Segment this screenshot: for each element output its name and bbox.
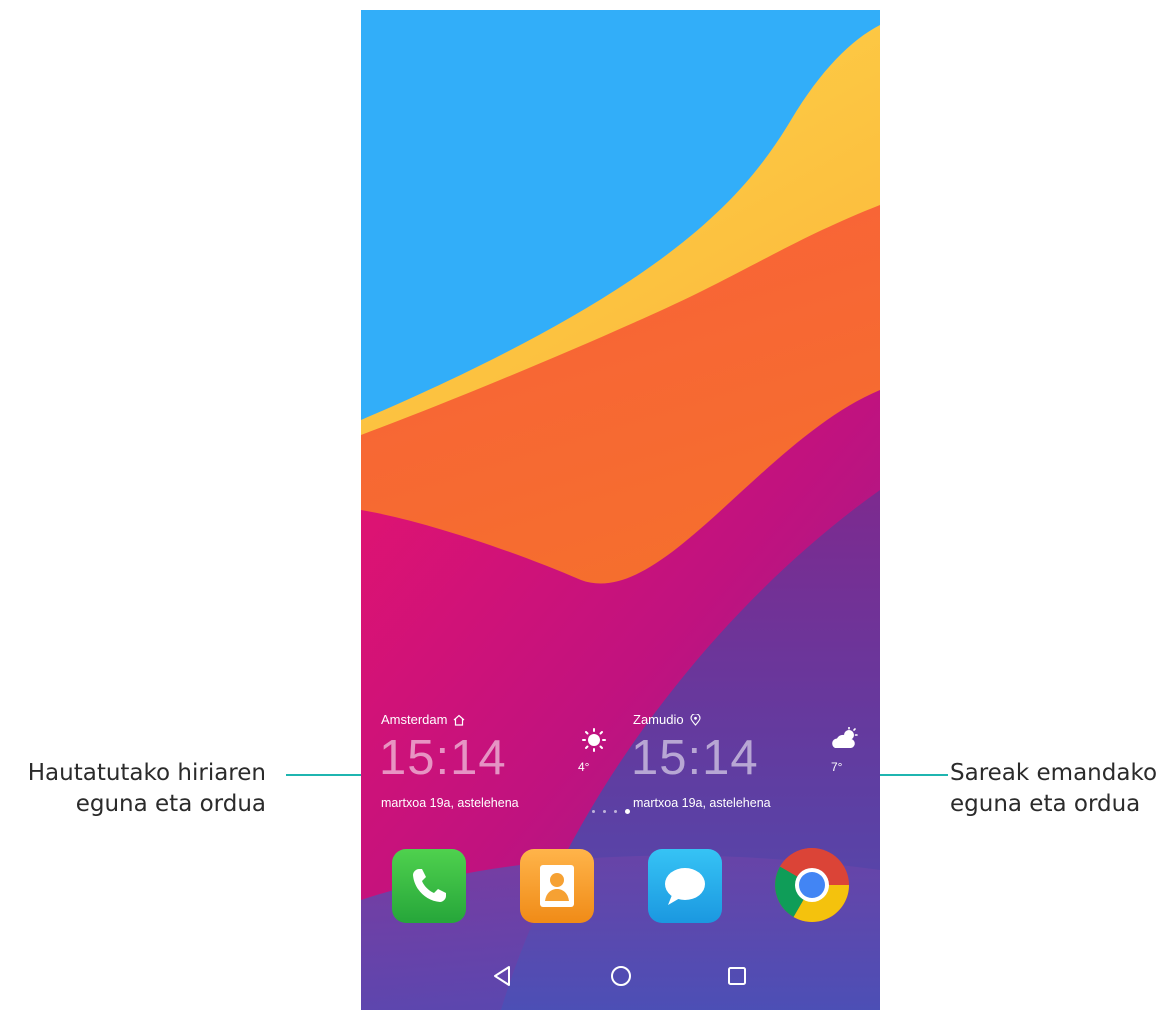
messages-app-icon[interactable] <box>648 849 722 923</box>
clock-home-temperature: 4° <box>578 760 590 774</box>
phone-icon <box>413 869 446 902</box>
messages-icon <box>665 868 705 905</box>
partly-cloudy-icon <box>832 727 858 748</box>
location-pin-icon <box>690 713 701 726</box>
recents-icon[interactable] <box>722 961 752 991</box>
annotation-left-line2: eguna eta ordua <box>75 791 266 817</box>
clock-local-time: 15:14 <box>631 731 759 785</box>
clock-local-date: martxoa 19a, astelehena <box>633 796 771 810</box>
clock-local-city-name: Zamudio <box>633 712 684 727</box>
annotation-network-time: Sareak emandako eguna eta ordua <box>950 758 1171 820</box>
chrome-icon <box>775 848 849 922</box>
page-indicator[interactable] <box>592 809 630 814</box>
contacts-icon <box>540 865 574 907</box>
annotation-home-city-time: Hautatutako hiriaren eguna eta ordua <box>0 758 266 820</box>
annotation-right-line2: eguna eta ordua <box>950 791 1141 817</box>
clock-widget-local[interactable]: Zamudio 15:14 martxoa 19a, astelehena <box>631 712 863 822</box>
page-dot[interactable] <box>592 810 595 813</box>
phone-app-icon[interactable] <box>392 849 466 923</box>
clock-home-city-name: Amsterdam <box>381 712 448 727</box>
sun-icon <box>582 728 606 752</box>
home-icon <box>454 714 465 726</box>
annotation-right-line1: Sareak emandako <box>950 760 1158 786</box>
clock-home-time: 15:14 <box>379 731 507 785</box>
page-dot-active[interactable] <box>625 809 630 814</box>
clock-widget-home-city[interactable]: Amsterdam 15:14 martxoa 19a, astelehena <box>379 712 611 822</box>
clock-local-temperature: 7° <box>831 760 843 774</box>
clock-home-date: martxoa 19a, astelehena <box>381 796 519 810</box>
phone-home-screen: Amsterdam 15:14 martxoa 19a, astelehena … <box>361 10 880 1010</box>
annotation-left-line1: Hautatutako hiriaren <box>27 760 266 786</box>
chrome-app-icon[interactable] <box>774 847 850 923</box>
page-dot[interactable] <box>614 810 617 813</box>
contacts-app-icon[interactable] <box>520 849 594 923</box>
page-dot[interactable] <box>603 810 606 813</box>
back-icon[interactable] <box>487 961 517 991</box>
home-button-icon[interactable] <box>606 961 636 991</box>
